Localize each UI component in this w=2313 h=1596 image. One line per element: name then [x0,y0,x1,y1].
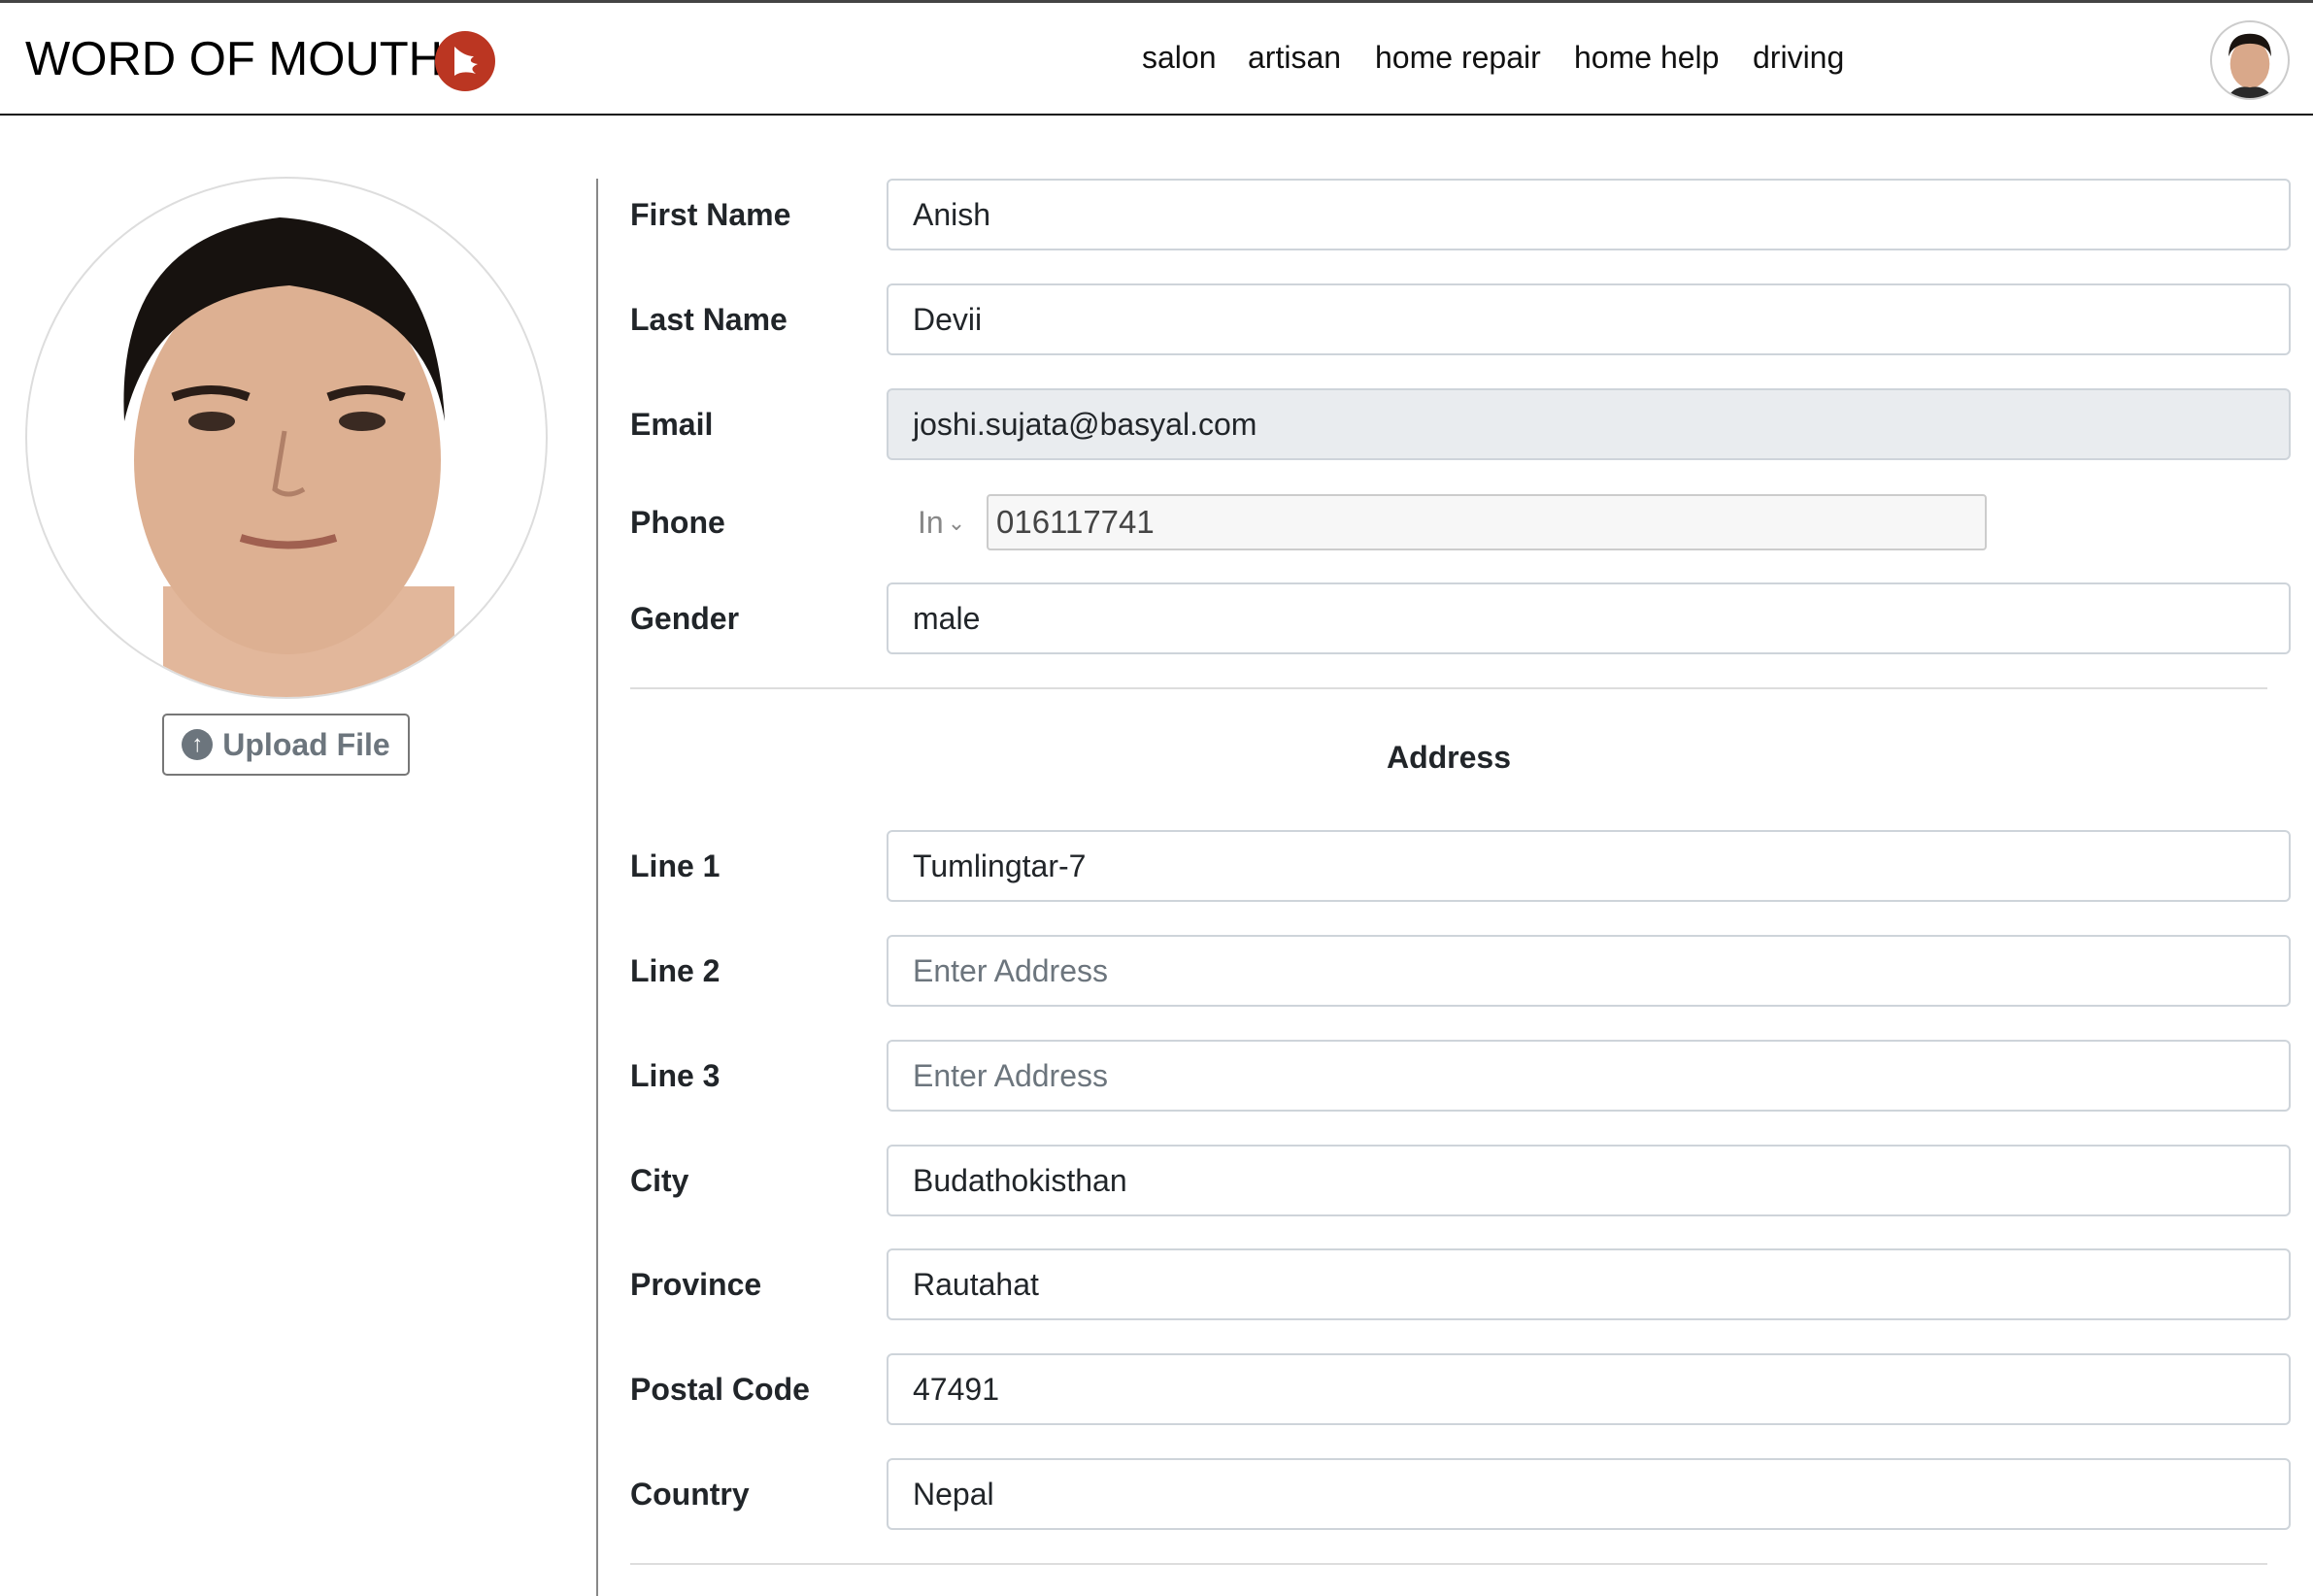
upload-label: Upload File [222,726,390,762]
profile-photo [25,177,548,699]
postal-code-input[interactable]: 47491 [887,1353,2291,1425]
arrow-up-circle-icon: ↑ [182,729,214,760]
country-code-select[interactable]: In ⌄ [918,505,965,541]
user-avatar[interactable] [2210,20,2290,100]
phone-input[interactable]: 016117741 [987,494,1987,550]
gender-input[interactable]: male [887,582,2291,654]
last-name-input[interactable]: Devii [887,283,2291,355]
line1-label: Line 1 [630,848,721,883]
gender-label: Gender [630,601,740,636]
first-name-input[interactable]: Anish [887,179,2291,250]
brand-name[interactable]: WORD OF MOUTH [25,32,443,86]
chevron-down-icon: ⌄ [947,510,966,535]
city-label: City [630,1163,689,1198]
line3-label: Line 3 [630,1058,721,1093]
line1-input[interactable]: Tumlingtar-7 [887,830,2291,902]
top-navbar: WORD OF MOUTH salon artisan home repair … [0,0,2313,116]
country-label: Country [630,1477,750,1512]
country-code: In [918,505,944,540]
country-input[interactable]: Nepal [887,1458,2291,1530]
line3-input[interactable]: Enter Address [887,1040,2291,1112]
nav-home-help[interactable]: home help [1574,40,1719,76]
address-heading: Address [1386,740,1512,775]
divider [630,687,2267,689]
city-input[interactable]: Budathokisthan [887,1145,2291,1216]
nav-home-repair[interactable]: home repair [1375,40,1541,76]
postal-code-label: Postal Code [630,1372,810,1407]
nav-salon[interactable]: salon [1142,40,1217,76]
logo-icon[interactable] [435,31,495,91]
upload-file-button[interactable]: ↑ Upload File [162,714,410,776]
email-label: Email [630,407,714,442]
first-name-label: First Name [630,197,791,232]
province-input[interactable]: Rautahat [887,1248,2291,1320]
province-label: Province [630,1267,762,1302]
nav-driving[interactable]: driving [1753,40,1844,76]
line2-input[interactable]: Enter Address [887,935,2291,1007]
column-divider [596,179,598,1596]
phone-label: Phone [630,505,725,540]
nav-artisan[interactable]: artisan [1248,40,1341,76]
divider [630,1563,2267,1565]
email-input[interactable]: joshi.sujata@basyal.com [887,388,2291,460]
line2-label: Line 2 [630,953,721,988]
last-name-label: Last Name [630,302,788,337]
